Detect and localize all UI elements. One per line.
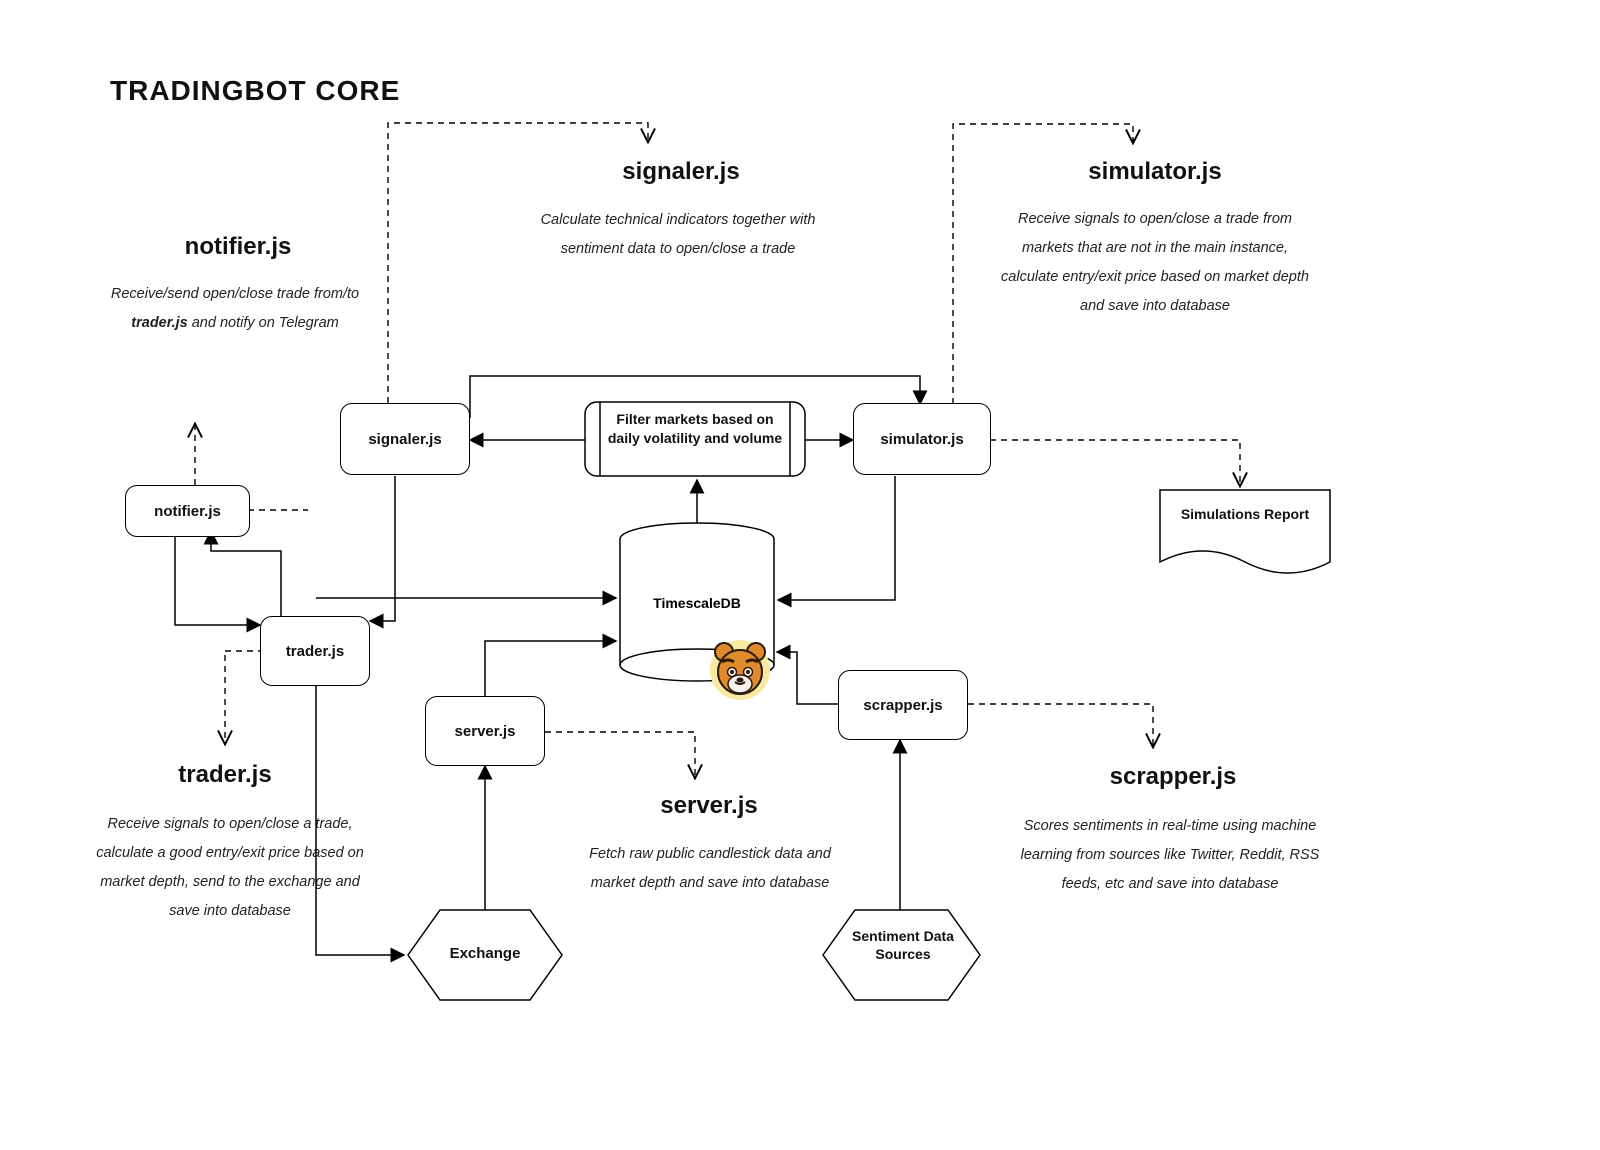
diagram-canvas: TRADINGBOT CORE notifier.js Receive/send… [0,0,1600,1150]
module-desc-notifier: Receive/send open/close trade from/to tr… [95,280,375,338]
module-title-scrapper: scrapper.js [1083,763,1263,791]
node-simulations-report [1160,490,1330,573]
module-title-server: server.js [634,792,784,820]
module-desc-simulator: Receive signals to open/close a trade fr… [1000,205,1310,321]
node-scrapper: scrapper.js [838,670,968,740]
node-signaler: signaler.js [340,403,470,475]
node-server: server.js [425,696,545,766]
node-filter-label: Filter markets based on daily volatility… [605,410,785,448]
module-title-simulator: simulator.js [1055,158,1255,186]
node-timescaledb: TimescaleDB [620,523,774,681]
node-report-label: Simulations Report [1170,505,1320,523]
node-trader: trader.js [260,616,370,686]
node-exchange-label: Exchange [420,945,550,962]
module-desc-signaler: Calculate technical indicators together … [528,206,828,264]
module-title-notifier: notifier.js [148,233,328,261]
module-desc-server: Fetch raw public candlestick data and ma… [580,840,840,898]
page-title: TRADINGBOT CORE [110,75,400,107]
tiger-icon [710,640,770,700]
node-sentiment-label: Sentiment Data Sources [838,928,968,963]
module-title-trader: trader.js [150,761,300,789]
node-notifier: notifier.js [125,485,250,537]
module-desc-trader: Receive signals to open/close a trade, c… [85,810,375,926]
module-desc-scrapper: Scores sentiments in real-time using mac… [1020,812,1320,899]
module-title-signaler: signaler.js [591,158,771,186]
connectors-layer: TimescaleDB [0,0,1600,1150]
svg-text:TimescaleDB: TimescaleDB [653,595,741,611]
node-simulator: simulator.js [853,403,991,475]
